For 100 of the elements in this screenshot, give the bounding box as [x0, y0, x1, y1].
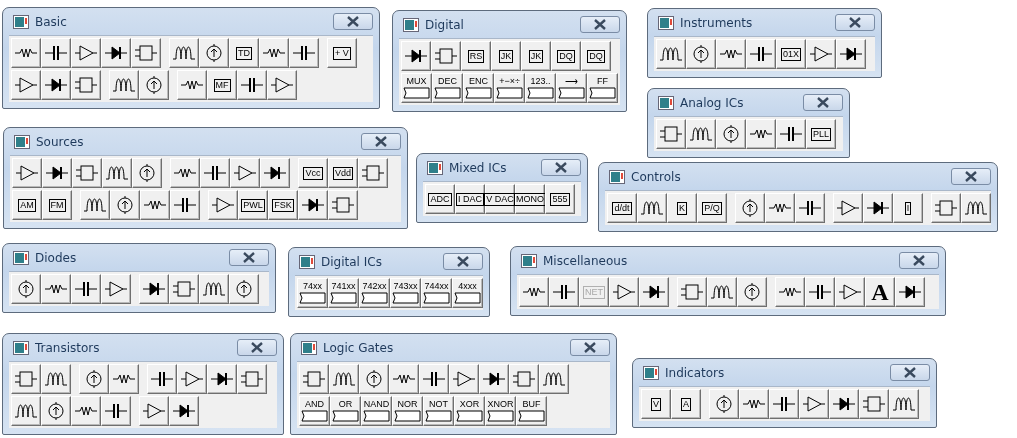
tool-button[interactable] [735, 193, 765, 223]
chip-button[interactable]: XOR [454, 396, 485, 426]
tool-button[interactable] [41, 38, 71, 68]
tool-button[interactable] [419, 364, 449, 394]
tool-button[interactable] [80, 190, 110, 220]
tool-button[interactable] [260, 158, 290, 188]
tool-button[interactable] [169, 396, 199, 426]
tool-button[interactable] [139, 70, 169, 100]
tool-button[interactable]: PWL [238, 190, 268, 220]
tool-button[interactable] [12, 158, 42, 188]
tool-button[interactable] [737, 277, 767, 307]
tool-button[interactable] [739, 389, 769, 419]
tool-button[interactable] [549, 277, 579, 307]
tool-button[interactable] [267, 70, 297, 100]
tool-button[interactable] [686, 119, 716, 149]
tool-button[interactable]: V [641, 389, 671, 419]
tool-button[interactable] [41, 70, 71, 100]
tool-button[interactable] [716, 119, 746, 149]
tool-button[interactable]: Vdd [328, 158, 358, 188]
tool-button[interactable]: 01X [776, 39, 806, 69]
tool-button[interactable] [11, 274, 41, 304]
tool-button[interactable] [101, 274, 131, 304]
tool-button[interactable] [329, 364, 359, 394]
tool-button[interactable] [829, 389, 859, 419]
tool-button[interactable]: 555 [545, 184, 575, 214]
tool-button[interactable] [230, 158, 260, 188]
tool-button[interactable] [41, 364, 71, 394]
tool-button[interactable] [199, 38, 229, 68]
tool-button[interactable]: AM [12, 190, 42, 220]
tool-button[interactable]: JK [521, 41, 551, 71]
tool-button[interactable] [41, 274, 71, 304]
tool-button[interactable] [806, 39, 836, 69]
tool-button[interactable] [259, 38, 289, 68]
tool-button[interactable] [71, 38, 101, 68]
chip-button[interactable]: 4xxx [452, 278, 483, 308]
tool-button[interactable]: ADC [425, 184, 455, 214]
close-button[interactable] [361, 133, 401, 150]
tool-button[interactable] [449, 364, 479, 394]
tool-button[interactable] [169, 38, 199, 68]
tool-button[interactable] [769, 389, 799, 419]
tool-button[interactable] [11, 396, 41, 426]
close-button[interactable] [580, 16, 620, 33]
tool-button[interactable] [101, 38, 131, 68]
tool-button[interactable] [11, 70, 41, 100]
tool-button[interactable]: DQ [551, 41, 581, 71]
tool-button[interactable] [716, 39, 746, 69]
tool-button[interactable] [889, 389, 919, 419]
tool-button[interactable] [110, 190, 140, 220]
chip-button[interactable]: NAND [361, 396, 392, 426]
tool-button[interactable] [707, 277, 737, 307]
chip-button[interactable]: ENC [463, 73, 494, 103]
tool-button[interactable] [79, 364, 109, 394]
chip-button[interactable]: AND [299, 396, 330, 426]
tool-button[interactable] [11, 38, 41, 68]
tool-button[interactable] [709, 389, 739, 419]
tool-button[interactable] [170, 190, 200, 220]
close-button[interactable] [229, 249, 269, 266]
chip-button[interactable]: ⟶ [556, 73, 587, 103]
tool-button[interactable]: TD [229, 38, 259, 68]
tool-button[interactable] [200, 158, 230, 188]
close-button[interactable] [951, 168, 991, 185]
tool-button[interactable]: K [667, 193, 697, 223]
tool-button[interactable] [207, 364, 237, 394]
tool-button[interactable] [686, 39, 716, 69]
chip-button[interactable]: DEC [432, 73, 463, 103]
tool-button[interactable] [746, 119, 776, 149]
tool-button[interactable]: FM [42, 190, 72, 220]
tool-button[interactable] [101, 396, 131, 426]
tool-button[interactable]: + V [327, 38, 357, 68]
tool-button[interactable]: DQ [581, 41, 611, 71]
tool-button[interactable] [42, 158, 72, 188]
chip-button[interactable]: 743xx [390, 278, 421, 308]
tool-button[interactable]: MONO [515, 184, 545, 214]
tool-button[interactable] [519, 277, 549, 307]
chip-button[interactable]: XNOR [485, 396, 516, 426]
tool-button[interactable] [765, 193, 795, 223]
close-button[interactable] [890, 364, 930, 381]
tool-button[interactable] [863, 193, 893, 223]
tool-button[interactable]: A [671, 389, 701, 419]
tool-button[interactable]: I DAC [455, 184, 485, 214]
close-button[interactable] [803, 94, 843, 111]
tool-button[interactable]: Vcc [298, 158, 328, 188]
tool-button[interactable] [140, 190, 170, 220]
tool-button[interactable] [805, 277, 835, 307]
tool-button[interactable]: V DAC [485, 184, 515, 214]
close-button[interactable] [899, 252, 939, 269]
tool-button[interactable] [775, 277, 805, 307]
tool-button[interactable] [170, 158, 200, 188]
tool-button[interactable] [609, 277, 639, 307]
chip-button[interactable]: 74xx [297, 278, 328, 308]
tool-button[interactable] [746, 39, 776, 69]
chip-button[interactable]: BUF [516, 396, 547, 426]
tool-button[interactable] [71, 274, 101, 304]
tool-button[interactable] [389, 364, 419, 394]
tool-button[interactable] [139, 274, 169, 304]
tool-button[interactable] [237, 70, 267, 100]
tool-button[interactable] [71, 396, 101, 426]
tool-button[interactable] [359, 364, 389, 394]
tool-button[interactable]: JK [491, 41, 521, 71]
tool-button[interactable] [637, 193, 667, 223]
